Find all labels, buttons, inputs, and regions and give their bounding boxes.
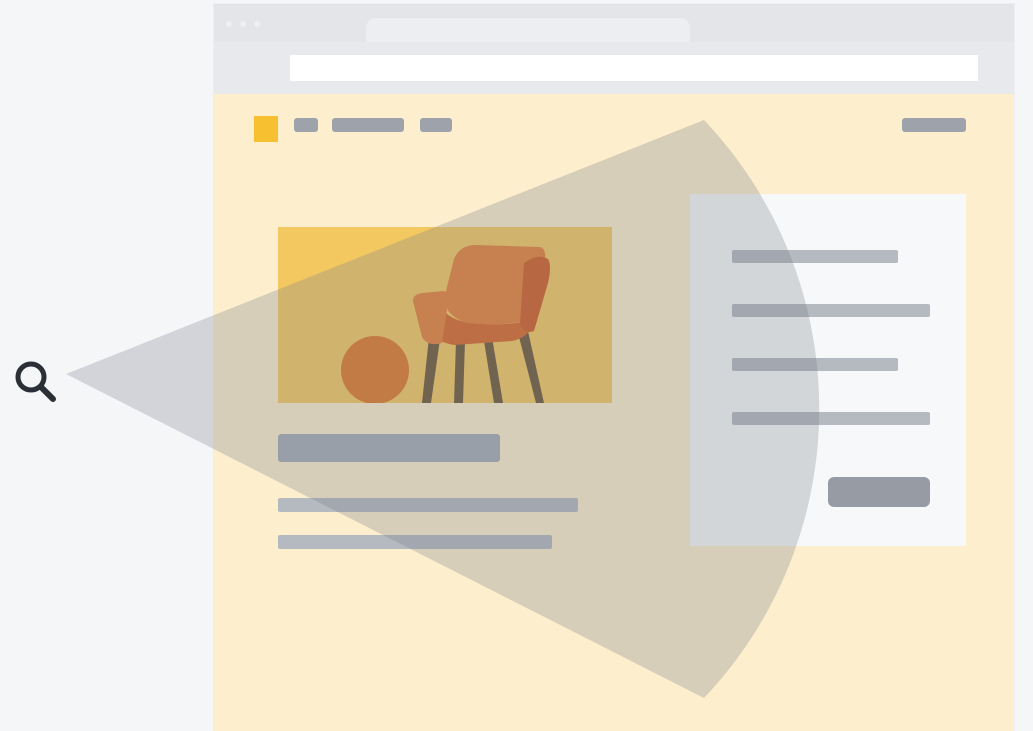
nav-item-account[interactable] — [902, 118, 966, 132]
window-minimize-dot[interactable] — [240, 21, 246, 27]
article-text-line-1 — [278, 498, 578, 512]
nav-item-2[interactable] — [332, 118, 404, 132]
browser-tab[interactable] — [366, 18, 690, 42]
hero-image — [278, 227, 612, 403]
browser-window — [214, 4, 1014, 731]
form-field-3[interactable] — [732, 358, 898, 371]
search-icon[interactable] — [10, 356, 60, 406]
nav-item-3[interactable] — [420, 118, 452, 132]
chair-leg-back-right — [518, 331, 544, 403]
site-logo[interactable] — [254, 116, 278, 142]
nav-item-1[interactable] — [294, 118, 318, 132]
window-close-dot[interactable] — [226, 21, 232, 27]
ball-shape — [341, 336, 409, 403]
chair-leg-front-right — [484, 337, 503, 403]
article-text-line-2 — [278, 535, 552, 549]
armchair-illustration — [341, 245, 550, 403]
search-icon-handle — [38, 384, 56, 402]
browser-toolbar — [214, 42, 1014, 94]
chair-leg-front-left — [422, 337, 440, 403]
chair-leg-back-left — [454, 341, 465, 403]
form-field-2[interactable] — [732, 304, 930, 317]
article-title-placeholder — [278, 434, 500, 462]
chair-arm-right — [520, 256, 550, 332]
address-bar[interactable] — [290, 55, 978, 81]
form-field-1[interactable] — [732, 250, 898, 263]
browser-titlebar — [214, 4, 1014, 42]
submit-button[interactable] — [828, 477, 930, 507]
window-maximize-dot[interactable] — [254, 21, 260, 27]
illustration-canvas — [0, 0, 1033, 731]
form-field-4[interactable] — [732, 412, 930, 425]
